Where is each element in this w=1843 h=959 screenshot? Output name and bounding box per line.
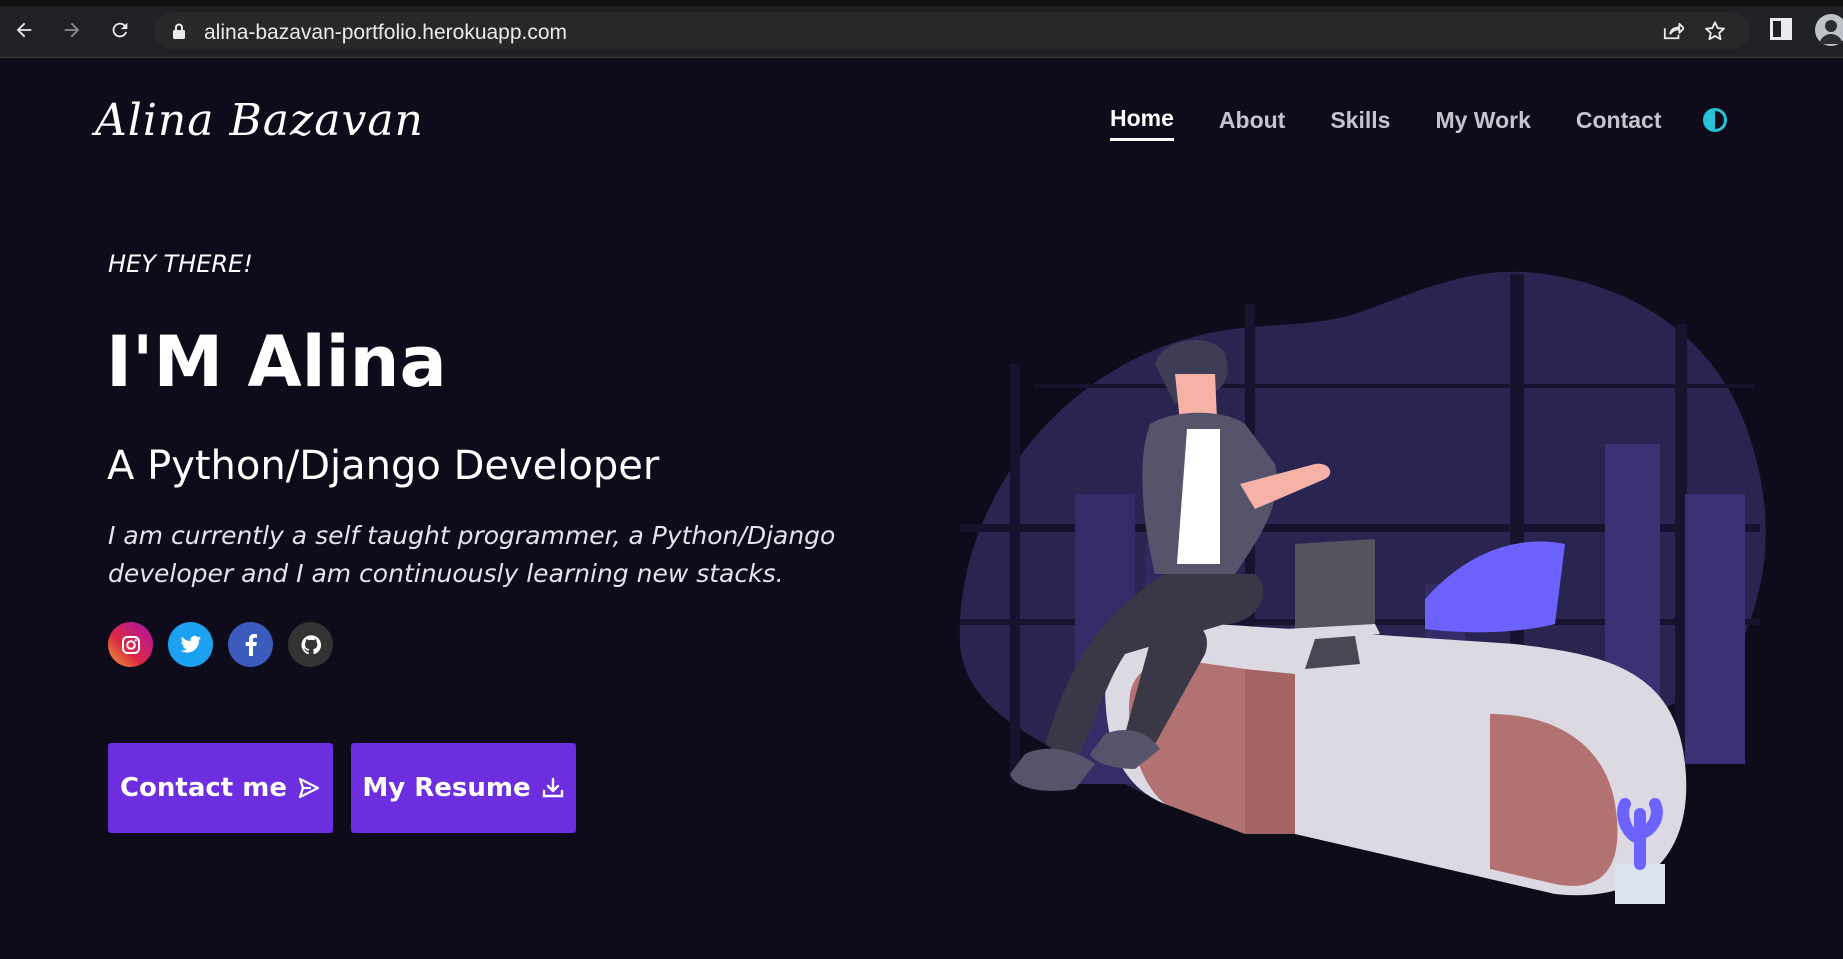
reload-button[interactable]	[106, 16, 134, 44]
reload-icon	[112, 22, 128, 38]
contact-me-label: Contact me	[119, 773, 288, 803]
portfolio-page: Alina Bazavan Home About Skills My Work …	[0, 59, 1843, 959]
hero-bio: I am currently a self taught programmer,…	[108, 521, 836, 588]
tab-strip	[0, 0, 1843, 6]
github-icon	[300, 634, 321, 654]
nav-skills[interactable]: Skills	[1330, 107, 1390, 140]
share-icon[interactable]	[1662, 21, 1685, 45]
facebook-link[interactable]	[228, 622, 273, 667]
social-links	[108, 622, 348, 667]
forward-button[interactable]	[58, 16, 86, 44]
hero-role: A Python/Django Developer	[107, 443, 660, 489]
nav-contact[interactable]: Contact	[1576, 107, 1662, 140]
developer-desk-illustration	[955, 244, 1785, 944]
my-resume-label: My Resume	[362, 773, 531, 803]
instagram-link[interactable]	[108, 622, 153, 667]
side-panel-icon[interactable]	[1770, 18, 1792, 44]
contact-me-button[interactable]: Contact me	[108, 743, 333, 833]
nav-home[interactable]: Home	[1110, 105, 1174, 141]
logo-text: Alina Bazavan	[95, 95, 424, 146]
instagram-icon	[121, 635, 140, 654]
hero-greeting: HEY THERE!	[108, 250, 253, 278]
hero-title: I'M Alina	[106, 321, 447, 403]
avatar-icon	[1819, 20, 1843, 44]
facebook-icon	[245, 633, 257, 656]
bookmark-star-icon[interactable]	[1704, 20, 1726, 46]
nav-my-work[interactable]: My Work	[1435, 107, 1530, 140]
twitter-icon	[179, 635, 201, 653]
download-icon	[541, 776, 565, 800]
back-arrow-icon	[16, 22, 32, 38]
back-button[interactable]	[10, 16, 38, 44]
github-link[interactable]	[288, 622, 333, 667]
send-icon	[297, 776, 321, 800]
address-bar[interactable]: alina-bazavan-portfolio.herokuapp.com	[154, 12, 1750, 50]
profile-avatar[interactable]	[1815, 14, 1843, 46]
site-logo[interactable]: Alina Bazavan	[95, 95, 455, 165]
twitter-link[interactable]	[168, 622, 213, 667]
forward-arrow-icon	[64, 22, 80, 38]
lock-icon	[172, 23, 186, 43]
nav-about[interactable]: About	[1219, 107, 1285, 140]
url-text: alina-bazavan-portfolio.herokuapp.com	[204, 21, 568, 44]
main-nav: Home About Skills My Work Contact	[1110, 105, 1727, 141]
browser-toolbar: alina-bazavan-portfolio.herokuapp.com	[0, 0, 1843, 58]
theme-toggle-icon[interactable]	[1702, 108, 1727, 132]
my-resume-button[interactable]: My Resume	[351, 743, 576, 833]
